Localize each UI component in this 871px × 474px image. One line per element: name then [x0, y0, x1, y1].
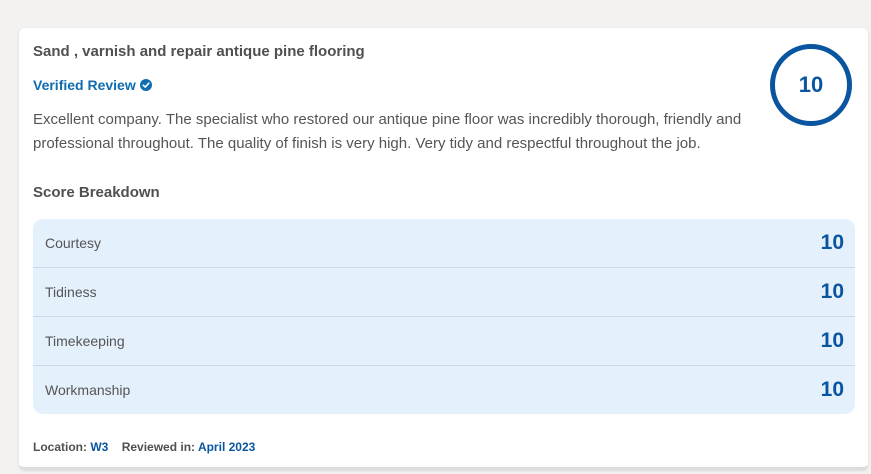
score-row-label: Courtesy	[45, 235, 102, 251]
score-row-timekeeping: Timekeeping 10	[33, 317, 855, 366]
score-row-value: 10	[820, 329, 844, 352]
score-row-value: 10	[820, 280, 844, 303]
score-row-value: 10	[820, 231, 844, 254]
score-breakdown-table: Courtesy 10 Tidiness 10 Timekeeping 10 W…	[33, 219, 855, 414]
verified-check-badge-icon	[139, 79, 152, 91]
score-breakdown-title: Score Breakdown	[33, 184, 160, 201]
score-row-tidiness: Tidiness 10	[33, 268, 855, 317]
score-row-label: Timekeeping	[45, 333, 125, 349]
review-title: Sand , varnish and repair antique pine f…	[33, 43, 365, 60]
score-row-label: Workmanship	[45, 382, 131, 398]
reviewed-in-label: Reviewed in:	[121, 440, 196, 454]
score-row-value: 10	[820, 378, 844, 401]
review-text: Excellent company. The specialist who re…	[33, 111, 742, 152]
review-footer: Location: W3 Reviewed in: April 2023	[33, 440, 255, 454]
overall-score-circle: 10	[770, 44, 852, 126]
score-row-courtesy: Courtesy 10	[33, 219, 855, 268]
score-row-workmanship: Workmanship 10	[33, 366, 855, 414]
overall-score-value: 10	[798, 72, 824, 97]
verified-review-label: Verified Review	[33, 77, 136, 93]
reviewed-in-value: April 2023	[197, 440, 256, 454]
verified-review-badge: Verified Review	[33, 77, 152, 93]
review-card: Sand , varnish and repair antique pine f…	[19, 28, 868, 470]
location-value: W3	[90, 440, 109, 454]
score-row-label: Tidiness	[45, 284, 97, 300]
location-label: Location:	[33, 440, 87, 454]
